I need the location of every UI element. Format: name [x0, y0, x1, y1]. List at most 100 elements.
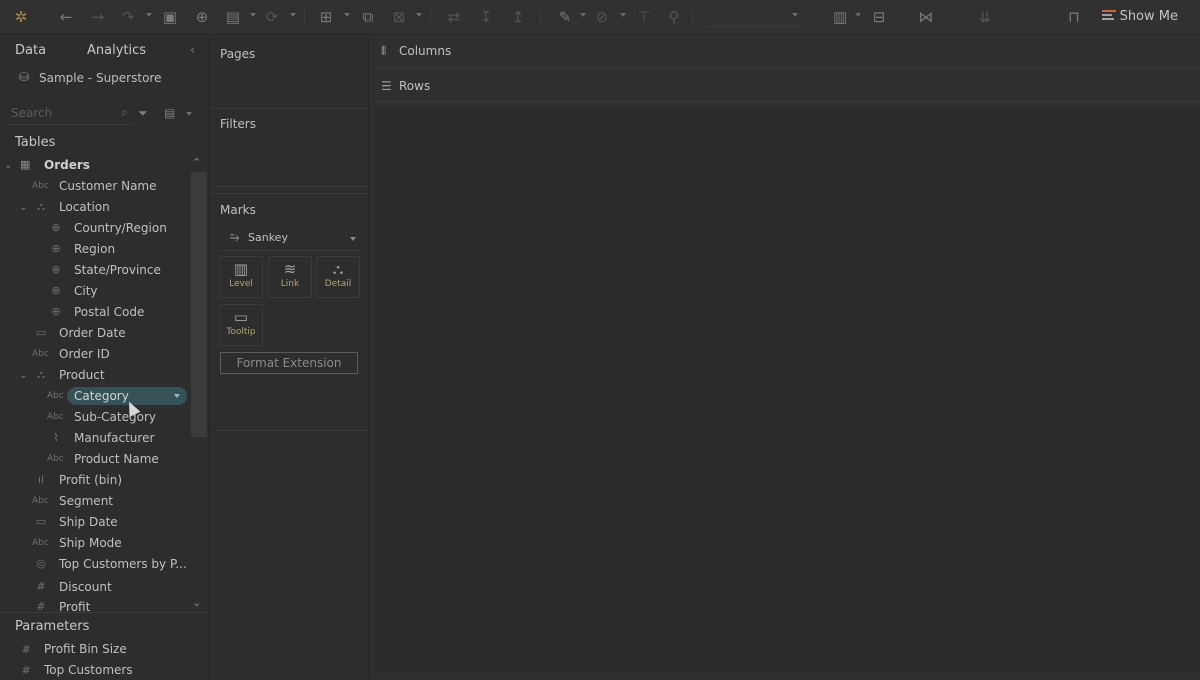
field-city[interactable]: City [74, 281, 98, 301]
hierarchy-icon: ⛬ [37, 200, 45, 213]
paste-icon[interactable]: ▤ [223, 7, 243, 27]
datasource-item[interactable]: ⛁ Sample - Superstore [0, 66, 208, 92]
field-discount[interactable]: Discount [59, 577, 112, 597]
field-ship-mode[interactable]: Ship Mode [59, 533, 122, 553]
string-type-icon: Abc [32, 181, 49, 191]
field-country-region[interactable]: Country/Region [74, 218, 167, 238]
marks-level-button[interactable]: ▥ Level [219, 256, 263, 298]
string-type-icon: Abc [47, 391, 64, 401]
cards-dropdown-icon[interactable] [855, 13, 861, 17]
field-product-name[interactable]: Product Name [74, 449, 159, 469]
swap-icon[interactable]: ⇄ [444, 7, 464, 27]
globe-icon: ⊕ [51, 305, 61, 318]
field-order-date[interactable]: Order Date [59, 323, 126, 343]
rows-shelf[interactable]: ☰ Rows [375, 71, 1200, 103]
marks-tooltip-button[interactable]: ▭ Tooltip [219, 304, 263, 346]
level-icon: ▥ [233, 260, 249, 278]
field-top-customers-set[interactable]: Top Customers by P... [59, 554, 187, 574]
replay-dropdown-icon[interactable] [146, 13, 152, 17]
field-order-id[interactable]: Order ID [59, 344, 110, 364]
field-manufacturer[interactable]: Manufacturer [74, 428, 154, 448]
chevron-down-icon[interactable]: ⌄ [19, 202, 27, 213]
new-worksheet-icon[interactable]: ⊞ [316, 7, 336, 27]
scroll-down-icon[interactable]: ⌄ [192, 596, 201, 609]
presentation-mode-icon[interactable]: ⊟ [869, 7, 889, 27]
redo-icon[interactable]: → [88, 7, 108, 27]
field-sub-category[interactable]: Sub-Category [74, 407, 156, 427]
clear-sheet-icon[interactable]: ⊠ [389, 7, 409, 27]
sort-descending-icon[interactable]: ↥ [508, 7, 528, 27]
columns-shelf[interactable]: ⦀ Columns [375, 36, 1200, 68]
table-icon: ▦ [20, 158, 31, 171]
link-icon: ≋ [283, 260, 297, 278]
globe-icon: ⊕ [51, 221, 61, 234]
tab-analytics[interactable]: Analytics [87, 43, 146, 58]
new-worksheet-dropdown-icon[interactable] [344, 13, 350, 17]
filters-shelf[interactable] [215, 136, 363, 186]
format-extension-button[interactable]: Format Extension [220, 352, 358, 374]
field-postal-code[interactable]: Postal Code [74, 302, 144, 322]
field-state-province[interactable]: State/Province [74, 260, 161, 280]
paperclip-icon: ⌇ [53, 431, 59, 444]
scrollbar[interactable] [191, 172, 207, 437]
show-hide-cards-icon[interactable]: ▥ [830, 7, 850, 27]
tab-data[interactable]: Data [15, 43, 46, 58]
field-location[interactable]: Location [59, 197, 110, 217]
view-dropdown-icon[interactable] [186, 112, 192, 116]
paste-dropdown-icon[interactable] [250, 13, 256, 17]
mark-type-select[interactable]: ⥲ Sankey [220, 228, 360, 251]
collapse-pane-icon[interactable]: ‹ [190, 43, 195, 58]
show-me-icon[interactable] [1102, 10, 1116, 24]
filter-icon[interactable]: ⏷ [138, 106, 148, 121]
search-placeholder: Search [11, 106, 53, 120]
tableau-logo-icon[interactable]: ✲ [11, 7, 31, 27]
field-ship-date[interactable]: Ship Date [59, 512, 118, 532]
download-icon[interactable]: ⇊ [975, 7, 995, 27]
refresh-dropdown-icon[interactable] [290, 13, 296, 17]
view-list-icon[interactable]: ▤ [164, 106, 175, 120]
sort-ascending-icon[interactable]: ↧ [476, 7, 496, 27]
table-orders[interactable]: Orders [44, 155, 90, 175]
parameters-header: Parameters [15, 619, 90, 634]
database-icon: ⛁ [19, 70, 30, 84]
labels-icon[interactable]: ⊤ [634, 7, 654, 27]
calendar-icon: ▭ [35, 326, 47, 339]
pill-dropdown-icon[interactable] [174, 394, 180, 398]
field-profit[interactable]: Profit [59, 597, 90, 611]
group-icon[interactable]: ⊘ [592, 7, 612, 27]
duplicate-icon[interactable]: ⧉ [358, 7, 378, 27]
divider [0, 612, 208, 613]
replay-icon[interactable]: ↷ [118, 7, 138, 27]
field-segment[interactable]: Segment [59, 491, 113, 511]
highlight-icon[interactable]: ✎ [555, 7, 575, 27]
marks-detail-button[interactable]: ⛬ Detail [316, 256, 360, 298]
scroll-up-icon[interactable]: ⌃ [192, 156, 201, 169]
undo-icon[interactable]: ← [56, 7, 76, 27]
clear-dropdown-icon[interactable] [416, 13, 422, 17]
chevron-down-icon[interactable]: ⌄ [19, 370, 27, 381]
chevron-down-icon[interactable]: ⌄ [4, 160, 12, 171]
parameter-top-customers[interactable]: Top Customers [44, 660, 133, 680]
search-input[interactable]: Search ⌕ [8, 104, 132, 125]
fit-selector[interactable] [706, 8, 802, 27]
save-icon[interactable]: ▣ [160, 7, 180, 27]
fit-dropdown-icon[interactable] [792, 13, 798, 17]
pin-icon[interactable]: ⊓ [1064, 7, 1084, 27]
field-product[interactable]: Product [59, 365, 105, 385]
view-area[interactable] [375, 106, 1200, 673]
fix-axes-icon[interactable]: ⚲ [664, 7, 684, 27]
show-me-button[interactable]: Show Me [1120, 9, 1178, 24]
group-dropdown-icon[interactable] [620, 13, 626, 17]
field-customer-name[interactable]: Customer Name [59, 176, 157, 196]
field-profit-bin[interactable]: Profit (bin) [59, 470, 122, 490]
highlight-dropdown-icon[interactable] [580, 13, 586, 17]
pages-shelf[interactable] [215, 66, 363, 102]
field-category[interactable]: Category [74, 386, 129, 406]
divider [209, 108, 368, 109]
new-datasource-icon[interactable]: ⊕ [192, 7, 212, 27]
share-icon[interactable]: ⋈ [916, 7, 936, 27]
refresh-icon[interactable]: ⟳ [262, 7, 282, 27]
field-region[interactable]: Region [74, 239, 115, 259]
parameter-profit-bin-size[interactable]: Profit Bin Size [44, 639, 127, 659]
marks-link-button[interactable]: ≋ Link [268, 256, 312, 298]
